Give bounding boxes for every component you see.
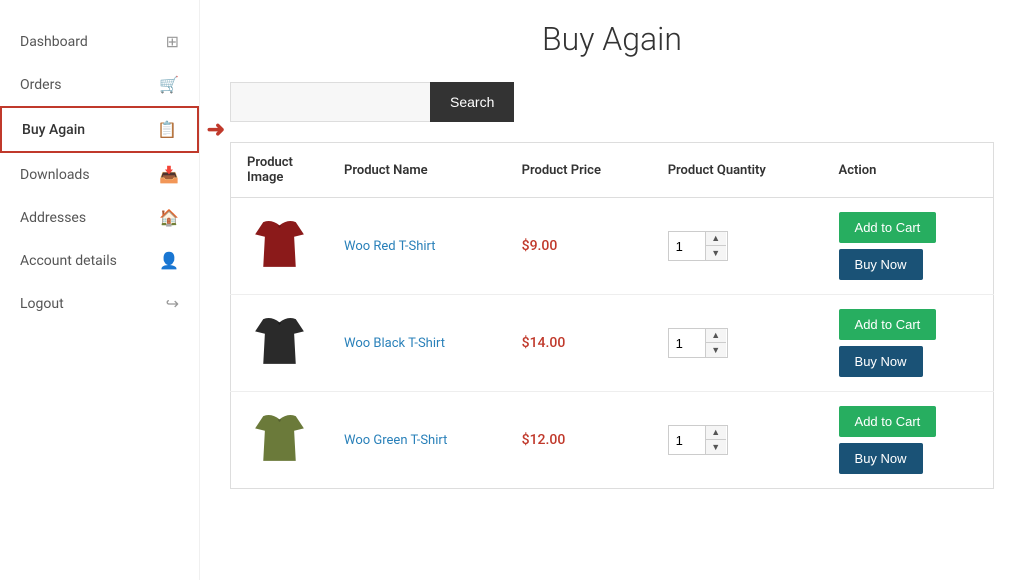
add-to-cart-button-1[interactable]: Add to Cart [839,309,937,340]
product-link-0[interactable]: Woo Red T-Shirt [344,239,436,254]
active-arrow-indicator: ➜ [207,117,225,142]
qty-down-2[interactable]: ▼ [706,440,726,454]
action-buttons-2: Add to Cart Buy Now [839,406,977,474]
qty-arrows-2: ▲ ▼ [705,426,726,454]
product-name-cell-1: Woo Black T-Shirt [328,295,506,392]
action-buttons-1: Add to Cart Buy Now [839,309,977,377]
sidebar-item-label: Dashboard [20,34,88,50]
product-name-cell-0: Woo Red T-Shirt [328,198,506,295]
sidebar-item-dashboard[interactable]: Dashboard ⊞ [0,20,199,63]
table-row: Woo Red T-Shirt $9.00 ▲ ▼ Add to Cart Bu… [231,198,994,295]
downloads-icon: 📥 [159,165,179,184]
account-icon: 👤 [159,251,179,270]
search-input[interactable] [230,82,430,122]
col-header-quantity: Product Quantity [652,143,823,198]
product-price-1: $14.00 [522,335,566,351]
product-image-2 [247,408,312,473]
quantity-stepper-2: ▲ ▼ [668,425,728,455]
product-quantity-cell-0: ▲ ▼ [652,198,823,295]
page-title: Buy Again [230,20,994,58]
col-header-image: Product Image [231,143,329,198]
buy-now-button-1[interactable]: Buy Now [839,346,923,377]
orders-icon: 🛒 [159,75,179,94]
table-header-row: Product Image Product Name Product Price… [231,143,994,198]
qty-up-0[interactable]: ▲ [706,232,726,246]
addresses-icon: 🏠 [159,208,179,227]
product-name-cell-2: Woo Green T-Shirt [328,392,506,489]
product-price-cell-0: $9.00 [506,198,652,295]
action-cell-0: Add to Cart Buy Now [823,198,994,295]
qty-arrows-1: ▲ ▼ [705,329,726,357]
col-header-action: Action [823,143,994,198]
sidebar-item-label: Logout [20,296,64,312]
action-buttons-0: Add to Cart Buy Now [839,212,977,280]
qty-arrows-0: ▲ ▼ [705,232,726,260]
sidebar-item-logout[interactable]: Logout ↪ [0,282,199,325]
product-table: Product Image Product Name Product Price… [230,142,994,489]
buy-now-button-2[interactable]: Buy Now [839,443,923,474]
sidebar: Dashboard ⊞ Orders 🛒 Buy Again 📋 ➜ Downl… [0,0,200,580]
product-quantity-cell-1: ▲ ▼ [652,295,823,392]
main-content: Buy Again Search Product Image Product N… [200,0,1024,580]
product-image-0 [247,214,312,279]
col-header-price: Product Price [506,143,652,198]
table-row: Woo Green T-Shirt $12.00 ▲ ▼ Add to Cart… [231,392,994,489]
action-cell-2: Add to Cart Buy Now [823,392,994,489]
buy-again-icon: 📋 [157,120,177,139]
table-row: Woo Black T-Shirt $14.00 ▲ ▼ Add to Cart… [231,295,994,392]
sidebar-item-downloads[interactable]: Downloads 📥 [0,153,199,196]
add-to-cart-button-2[interactable]: Add to Cart [839,406,937,437]
sidebar-item-orders[interactable]: Orders 🛒 [0,63,199,106]
product-image-cell-0 [231,198,329,295]
sidebar-item-label: Addresses [20,210,86,226]
product-price-cell-2: $12.00 [506,392,652,489]
quantity-input-0[interactable] [669,232,705,260]
product-image-cell-1 [231,295,329,392]
action-cell-1: Add to Cart Buy Now [823,295,994,392]
product-link-1[interactable]: Woo Black T-Shirt [344,336,445,351]
sidebar-item-label: Account details [20,253,117,269]
col-header-name: Product Name [328,143,506,198]
qty-down-0[interactable]: ▼ [706,246,726,260]
dashboard-icon: ⊞ [166,32,179,51]
quantity-stepper-0: ▲ ▼ [668,231,728,261]
sidebar-item-label: Orders [20,77,62,93]
quantity-input-1[interactable] [669,329,705,357]
qty-up-2[interactable]: ▲ [706,426,726,440]
product-link-2[interactable]: Woo Green T-Shirt [344,433,447,448]
add-to-cart-button-0[interactable]: Add to Cart [839,212,937,243]
search-row: Search [230,82,994,122]
logout-icon: ↪ [166,294,179,313]
product-price-0: $9.00 [522,238,558,254]
sidebar-item-account-details[interactable]: Account details 👤 [0,239,199,282]
quantity-stepper-1: ▲ ▼ [668,328,728,358]
qty-up-1[interactable]: ▲ [706,329,726,343]
quantity-input-2[interactable] [669,426,705,454]
sidebar-item-buy-again[interactable]: Buy Again 📋 ➜ [0,106,199,153]
product-image-cell-2 [231,392,329,489]
product-quantity-cell-2: ▲ ▼ [652,392,823,489]
buy-now-button-0[interactable]: Buy Now [839,249,923,280]
product-price-cell-1: $14.00 [506,295,652,392]
qty-down-1[interactable]: ▼ [706,343,726,357]
search-button[interactable]: Search [430,82,514,122]
product-image-1 [247,311,312,376]
sidebar-item-label: Buy Again [22,122,85,138]
app-layout: Dashboard ⊞ Orders 🛒 Buy Again 📋 ➜ Downl… [0,0,1024,580]
product-price-2: $12.00 [522,432,566,448]
sidebar-item-addresses[interactable]: Addresses 🏠 [0,196,199,239]
sidebar-item-label: Downloads [20,167,90,183]
